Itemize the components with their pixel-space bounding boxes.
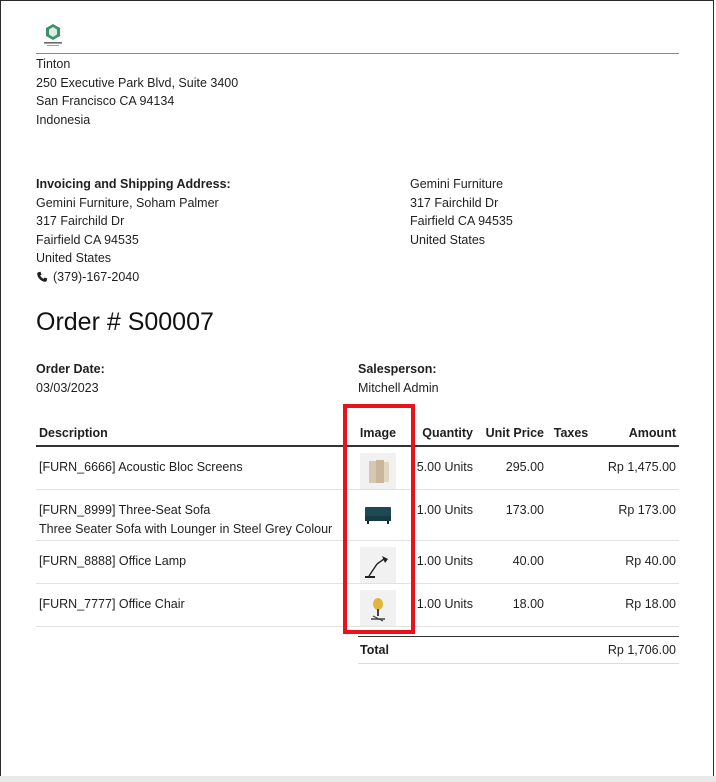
column-header-taxes: Taxes (547, 420, 595, 447)
line-unit-price: 40.00 (512, 554, 544, 568)
invoicing-address: Invoicing and Shipping Address: Gemini F… (36, 175, 231, 286)
total-label: Total (360, 643, 389, 657)
table-row: [FURN_8888] Office Lamp 1.00 Units 40.00… (36, 540, 679, 584)
total-value: Rp 1,706.00 (607, 643, 676, 657)
line-quantity: 1.00 Units (416, 554, 473, 568)
table-row: [FURN_6666] Acoustic Bloc Screens 5.00 U… (36, 446, 679, 490)
salesperson-block: Salesperson: Mitchell Admin (358, 360, 439, 397)
line-unit-price: 295.00 (505, 460, 544, 474)
phone-icon (37, 271, 48, 282)
table-row: [FURN_7777] Office Chair 1.00 Units 18.0… (36, 583, 679, 627)
order-lines-table: Description Image Quantity Unit Price Ta… (36, 420, 679, 627)
line-unit-price: 18.00 (512, 597, 544, 611)
line-note: Three Seater Sofa with Lounger in Steel … (39, 522, 333, 536)
company-address-line2: San Francisco CA 94134 (36, 94, 175, 108)
shipping-address: Gemini Furniture 317 Fairchild Dr Fairfi… (410, 175, 513, 249)
shipping-street: 317 Fairchild Dr (410, 195, 499, 210)
total-row: Total Rp 1,706.00 (358, 637, 679, 664)
chair-icon (360, 590, 396, 626)
line-quantity: 5.00 Units (416, 460, 473, 474)
invoicing-heading: Invoicing and Shipping Address: (36, 177, 231, 191)
line-quantity: 1.00 Units (416, 503, 473, 517)
line-amount: Rp 1,475.00 (607, 460, 676, 474)
line-taxes (550, 490, 592, 501)
salesperson-value: Mitchell Admin (358, 380, 439, 395)
invoicing-phone-row: (379)-167-2040 (36, 268, 231, 287)
salesperson-label: Salesperson: (358, 362, 437, 376)
line-taxes (550, 584, 592, 595)
lamp-icon (360, 547, 396, 583)
invoicing-country: United States (36, 251, 112, 265)
column-header-image: Image (350, 420, 406, 447)
invoicing-city: Fairfield CA 94535 (36, 232, 139, 247)
invoicing-street: 317 Fairchild Dr (36, 214, 125, 228)
header-divider (36, 53, 679, 54)
line-amount: Rp 173.00 (618, 503, 676, 517)
column-header-description: Description (36, 420, 350, 447)
column-header-amount: Amount (595, 420, 679, 447)
line-description: [FURN_8999] Three-Seat Sofa (39, 503, 211, 517)
invoicing-name: Gemini Furniture, Soham Palmer (36, 195, 219, 210)
page-bottom-strip (0, 776, 716, 782)
company-name: Tinton (36, 57, 71, 71)
column-header-quantity: Quantity (406, 420, 476, 447)
company-address-line1: 250 Executive Park Blvd, Suite 3400 (36, 75, 239, 90)
shipping-country: United States (410, 232, 486, 247)
company-country: Indonesia (36, 112, 91, 127)
company-logo (44, 24, 62, 46)
shipping-city: Fairfield CA 94535 (410, 214, 513, 228)
line-description: [FURN_8888] Office Lamp (39, 554, 187, 568)
shipping-name: Gemini Furniture (410, 177, 504, 191)
column-header-unit-price: Unit Price (476, 420, 547, 447)
order-date-value: 03/03/2023 (36, 380, 99, 395)
table-header-row: Description Image Quantity Unit Price Ta… (36, 420, 679, 447)
table-row: [FURN_8999] Three-Seat Sofa Three Seater… (36, 489, 679, 541)
company-address: Tinton 250 Executive Park Blvd, Suite 34… (36, 55, 238, 129)
sofa-icon (360, 496, 396, 532)
acoustic-screen-icon (360, 453, 396, 489)
line-unit-price: 173.00 (505, 503, 544, 517)
line-amount: Rp 40.00 (625, 554, 676, 568)
line-quantity: 1.00 Units (416, 597, 473, 611)
line-description: [FURN_7777] Office Chair (39, 597, 185, 611)
totals-block: Total Rp 1,706.00 (358, 636, 679, 664)
order-date-block: Order Date: 03/03/2023 (36, 360, 105, 397)
line-taxes (550, 447, 592, 458)
line-description: [FURN_6666] Acoustic Bloc Screens (39, 460, 243, 474)
order-title: Order # S00007 (36, 308, 214, 336)
order-date-label: Order Date: (36, 362, 105, 376)
line-taxes (550, 541, 592, 552)
invoicing-phone: (379)-167-2040 (53, 269, 140, 284)
line-amount: Rp 18.00 (625, 597, 676, 611)
